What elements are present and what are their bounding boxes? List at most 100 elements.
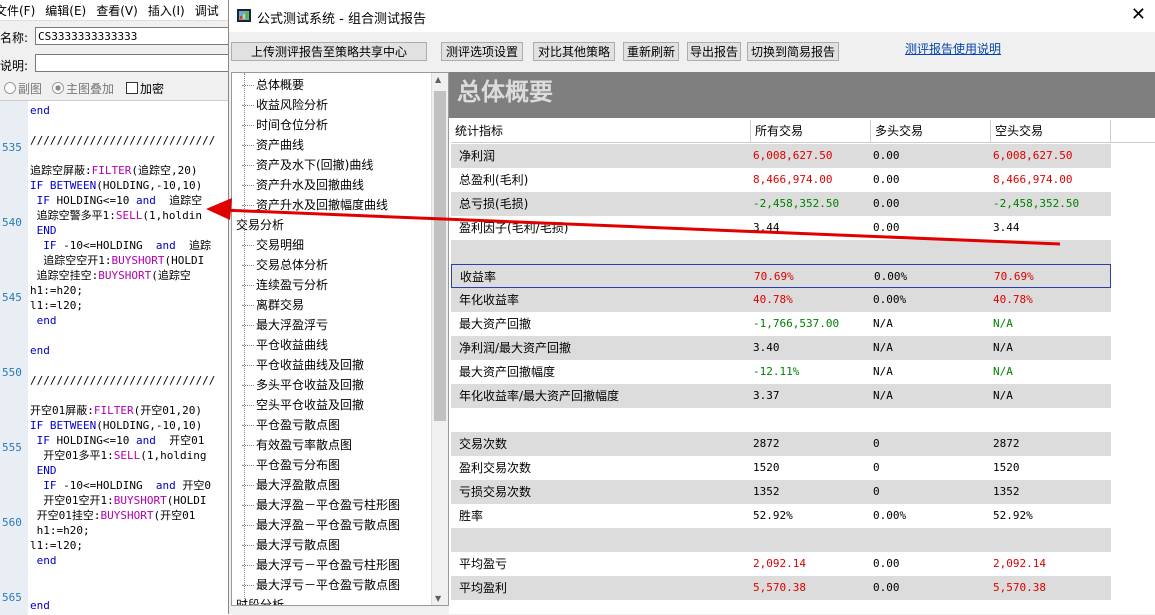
radio-selected-icon [52, 82, 64, 94]
header-metric[interactable]: 统计指标 [451, 120, 751, 142]
tree-item[interactable]: 离群交易 [242, 295, 304, 315]
table-row[interactable]: 最大资产回撤 -1,766,537.00 N/A N/A [451, 312, 1111, 336]
code-line: end [36, 554, 57, 567]
checkbox-encrypt[interactable]: 加密 [126, 80, 164, 97]
cell-long: 0 [873, 485, 880, 498]
menu-item[interactable]: 插入(I) [143, 0, 190, 19]
tree-item[interactable]: 交易明细 [242, 235, 304, 255]
header-short-trades[interactable]: 空头交易 [991, 120, 1111, 142]
tree-item-label: 多头平仓收益及回撤 [256, 378, 365, 392]
tree-item[interactable]: 资产曲线 [242, 135, 304, 155]
tree-item[interactable]: 空头平仓收益及回撤 [242, 395, 364, 415]
cell-label: 净利润 [459, 149, 496, 163]
line-number: 540 [2, 216, 22, 229]
scroll-up-icon[interactable]: ▲ [435, 75, 441, 84]
tree-item[interactable]: 资产升水及回撤幅度曲线 [242, 195, 388, 215]
name-input[interactable]: CS3333333333333 [35, 27, 235, 45]
tree-group[interactable]: 交易分析 [236, 215, 284, 235]
table-row[interactable] [451, 408, 1111, 432]
tree-connector [242, 545, 254, 546]
test-options-button[interactable]: 测评选项设置 [441, 42, 523, 61]
cell-short: 3.44 [993, 221, 1020, 234]
tree-group[interactable]: 时段分析 [236, 595, 284, 605]
editor-menubar: 文件(F)编辑(E)查看(V)插入(I)调试 [0, 0, 232, 21]
tree-item[interactable]: 最大浮盈－平仓盈亏散点图 [242, 515, 400, 535]
scroll-down-icon[interactable]: ▼ [435, 594, 441, 603]
table-row[interactable]: 亏损交易次数 1352 0 1352 [451, 480, 1111, 504]
tree-connector [242, 565, 254, 566]
tree-connector [242, 505, 254, 506]
table-row[interactable]: 盈利因子(毛利/毛损) 3.44 0.00 3.44 [451, 216, 1111, 240]
tree-connector [242, 445, 254, 446]
tree-item[interactable]: 资产升水及回撤曲线 [242, 175, 364, 195]
tree-item[interactable]: 资产及水下(回撤)曲线 [242, 155, 373, 175]
tree-item[interactable]: 收益风险分析 [242, 95, 328, 115]
table-row[interactable]: 交易次数 2872 0 2872 [451, 432, 1111, 456]
menu-item[interactable]: 调试 [190, 0, 224, 19]
radio-sub-chart[interactable]: 副图 [4, 80, 42, 97]
tree-scrollbar[interactable]: ▲ ▼ [431, 73, 448, 605]
table-row[interactable]: 平均盈利 5,570.38 0.00 5,570.38 [451, 576, 1111, 600]
description-input[interactable] [35, 54, 235, 72]
line-number-gutter [0, 101, 28, 615]
menu-item[interactable]: 编辑(E) [40, 0, 91, 19]
tree-scroll-thumb[interactable] [434, 91, 446, 421]
upload-report-button[interactable]: 上传测评报告至策略共享中心 [231, 42, 427, 61]
tree-item[interactable]: 最大浮盈浮亏 [242, 315, 328, 335]
code-line: IF BETWEEN(HOLDING,-10,10) [30, 419, 203, 432]
radio-circle-icon [4, 82, 16, 94]
menu-item[interactable]: 查看(V) [91, 0, 143, 19]
tree-item[interactable]: 交易总体分析 [242, 255, 328, 275]
tree-item[interactable]: 平仓收益曲线及回撤 [242, 355, 364, 375]
table-row[interactable]: 净利润/最大资产回撤 3.40 N/A N/A [451, 336, 1111, 360]
close-icon[interactable]: ✕ [1131, 4, 1146, 25]
table-row[interactable]: 平均盈亏 2,092.14 0.00 2,092.14 [451, 552, 1111, 576]
tree-item[interactable]: 时间仓位分析 [242, 115, 328, 135]
table-row[interactable]: 最大资产回撤幅度 -12.11% N/A N/A [451, 360, 1111, 384]
tree-item[interactable]: 平仓收益曲线 [242, 335, 328, 355]
table-row[interactable]: 总盈利(毛利) 8,466,974.00 0.00 8,466,974.00 [451, 168, 1111, 192]
formula-editor: 文件(F)编辑(E)查看(V)插入(I)调试 名称: CS33333333333… [0, 0, 235, 615]
table-row[interactable] [451, 528, 1111, 552]
tree-item[interactable]: 最大浮盈散点图 [242, 475, 340, 495]
tree-item[interactable]: 平仓盈亏散点图 [242, 415, 341, 435]
cell-short: 8,466,974.00 [993, 173, 1073, 186]
report-window: 公式测试系统 - 组合测试报告 ✕ 上传测评报告至策略共享中心 测评选项设置 对… [228, 0, 1155, 614]
tree-item-label: 平仓盈亏散点图 [256, 418, 341, 432]
help-link[interactable]: 测评报告使用说明 [905, 40, 1001, 57]
tree-item[interactable]: 最大浮盈－平仓盈亏柱形图 [242, 495, 400, 515]
tree-item[interactable]: 最大浮亏－平仓盈亏柱形图 [242, 555, 400, 575]
simple-report-button[interactable]: 切换到简易报告 [747, 42, 839, 61]
refresh-button[interactable]: 重新刷新 [623, 42, 679, 61]
table-row[interactable]: 总亏损(毛损) -2,458,352.50 0.00 -2,458,352.50 [451, 192, 1111, 216]
tree-item-label: 平仓盈亏分布图 [256, 458, 341, 472]
table-row[interactable]: 净利润 6,008,627.50 0.00 6,008,627.50 [451, 144, 1111, 168]
tree-item[interactable]: 有效盈亏率散点图 [242, 435, 352, 455]
menu-item[interactable]: 文件(F) [0, 0, 40, 19]
tree-item[interactable]: 平仓盈亏分布图 [242, 455, 341, 475]
table-row[interactable]: 胜率 52.92% 0.00% 52.92% [451, 504, 1111, 528]
tree-item[interactable]: 最大浮亏散点图 [242, 535, 340, 555]
tree-item[interactable]: 最大浮亏－平仓盈亏散点图 [242, 575, 400, 595]
code-editor[interactable]: end //////////////////////////// 追踪空屏蔽:FIL… [0, 100, 232, 615]
table-row[interactable]: 年化收益率/最大资产回撤幅度 3.37 N/A N/A [451, 384, 1111, 408]
table-row[interactable]: 年化收益率 40.78% 0.00% 40.78% [451, 288, 1111, 312]
cell-all: 6,008,627.50 [753, 149, 833, 162]
header-long-trades[interactable]: 多头交易 [871, 120, 991, 142]
display-options: 副图 主图叠加 加密 [0, 78, 232, 98]
cell-all: 5,570.38 [753, 581, 806, 594]
compare-strategy-button[interactable]: 对比其他策略 [533, 42, 615, 61]
tree-item[interactable]: 总体概要 [242, 75, 304, 95]
radio-main-overlay[interactable]: 主图叠加 [52, 80, 114, 97]
cell-label: 胜率 [459, 509, 484, 523]
table-row[interactable]: 盈利交易次数 1520 0 1520 [451, 456, 1111, 480]
tree-connector [242, 305, 254, 306]
tree-item[interactable]: 多头平仓收益及回撤 [242, 375, 365, 395]
cell-label: 平均盈利 [459, 581, 508, 595]
header-all-trades[interactable]: 所有交易 [751, 120, 871, 142]
tree-item-label: 连续盈亏分析 [256, 278, 329, 292]
table-row[interactable] [451, 240, 1111, 264]
export-report-button[interactable]: 导出报告 [687, 42, 741, 61]
table-row[interactable]: 收益率 70.69% 0.00% 70.69% [451, 264, 1111, 288]
tree-item[interactable]: 连续盈亏分析 [242, 275, 329, 295]
